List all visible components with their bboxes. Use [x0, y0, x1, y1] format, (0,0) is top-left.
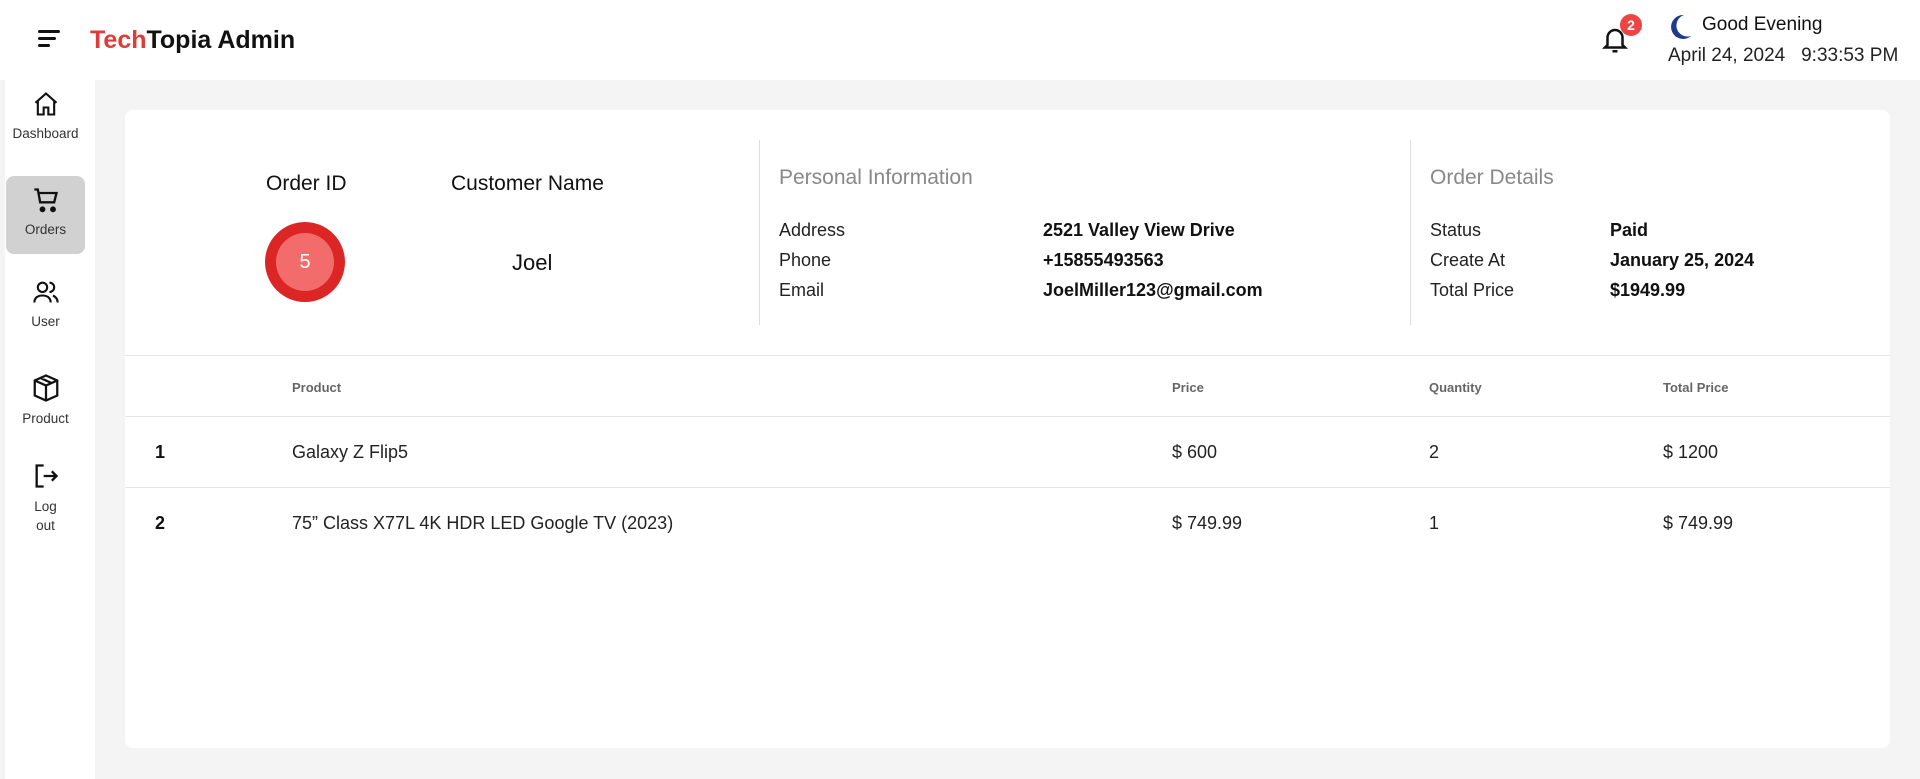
order-details-title: Order Details — [1430, 166, 1554, 189]
cart-icon — [33, 188, 58, 213]
total-label: Total Price — [1430, 280, 1515, 300]
price: $ 600 — [1172, 442, 1218, 462]
greeting-text: Good Evening — [1702, 14, 1823, 35]
divider — [759, 140, 760, 325]
row-total: $ 1200 — [1663, 442, 1719, 462]
personal-info-title: Personal Information — [779, 166, 973, 189]
sidebar-item-logout[interactable]: Log out — [6, 462, 85, 552]
sidebar-item-label: User — [31, 314, 60, 329]
status-value: Paid — [1610, 220, 1649, 240]
brand-accent: Tech — [90, 26, 147, 54]
row-total: $ 749.99 — [1663, 513, 1734, 533]
quantity: 2 — [1429, 442, 1440, 462]
time: 9:33:53 PM — [1801, 45, 1899, 66]
phone-label: Phone — [779, 250, 832, 270]
brand-logo: TechTopia Admin — [90, 26, 295, 55]
sidebar-item-label: Log out — [34, 499, 57, 533]
divider — [125, 355, 1890, 356]
row-number: 2 — [155, 513, 166, 533]
price: $ 749.99 — [1172, 513, 1243, 533]
divider — [125, 487, 1890, 488]
phone-value: +15855493563 — [1043, 250, 1164, 270]
brand-rest: Topia Admin — [146, 26, 296, 54]
order-id-badge: 5 — [265, 222, 345, 302]
sidebar-item-label: Dashboard — [12, 126, 79, 141]
menu-toggle-icon[interactable] — [38, 30, 62, 50]
email-label: Email — [779, 280, 825, 300]
created-value: January 25, 2024 — [1610, 250, 1755, 270]
top-bar: TechTopia Admin 2 Good Evening April 24,… — [0, 0, 1920, 80]
address-label: Address — [779, 220, 846, 240]
quantity: 1 — [1429, 513, 1440, 533]
column-header-quantity: Quantity — [1429, 380, 1482, 395]
total-value: $1949.99 — [1610, 280, 1686, 300]
address-value: 2521 Valley View Drive — [1043, 220, 1235, 240]
sidebar-item-label: Product — [22, 411, 69, 426]
product-name: 75” Class X77L 4K HDR LED Google TV (202… — [292, 513, 674, 533]
date: April 24, 2024 — [1668, 45, 1786, 66]
sidebar-item-user[interactable]: User — [6, 278, 85, 348]
divider — [125, 416, 1890, 417]
sidebar: Dashboard Orders User Product Log out — [5, 80, 95, 779]
sidebar-item-dashboard[interactable]: Dashboard — [6, 90, 85, 160]
column-header-product: Product — [292, 380, 342, 395]
datetime: April 24, 2024 9:33:53 PM — [1668, 45, 1898, 67]
box-icon — [33, 374, 58, 402]
moon-icon — [1671, 14, 1691, 39]
order-id-label: Order ID — [266, 172, 347, 195]
email-value: JoelMiller123@gmail.com — [1043, 280, 1263, 300]
sidebar-item-orders[interactable]: Orders — [6, 176, 85, 254]
customer-name-value: Joel — [512, 250, 553, 275]
divider — [1410, 140, 1411, 325]
column-header-price: Price — [1172, 380, 1204, 395]
status-label: Status — [1430, 220, 1482, 240]
order-id-value: 5 — [276, 233, 334, 291]
home-icon — [34, 92, 57, 116]
order-detail-card: Order ID Customer Name 5 Joel Personal I… — [125, 110, 1890, 748]
users-icon — [32, 281, 59, 303]
row-number: 1 — [155, 442, 166, 462]
customer-name-label: Customer Name — [451, 172, 604, 195]
sidebar-item-label: Orders — [24, 222, 67, 237]
sidebar-item-product[interactable]: Product — [6, 373, 85, 443]
product-name: Galaxy Z Flip5 — [292, 442, 409, 462]
column-header-total-price: Total Price — [1663, 380, 1729, 395]
logout-icon — [35, 464, 58, 488]
created-label: Create At — [1430, 250, 1506, 270]
notification-badge: 2 — [1620, 14, 1642, 36]
